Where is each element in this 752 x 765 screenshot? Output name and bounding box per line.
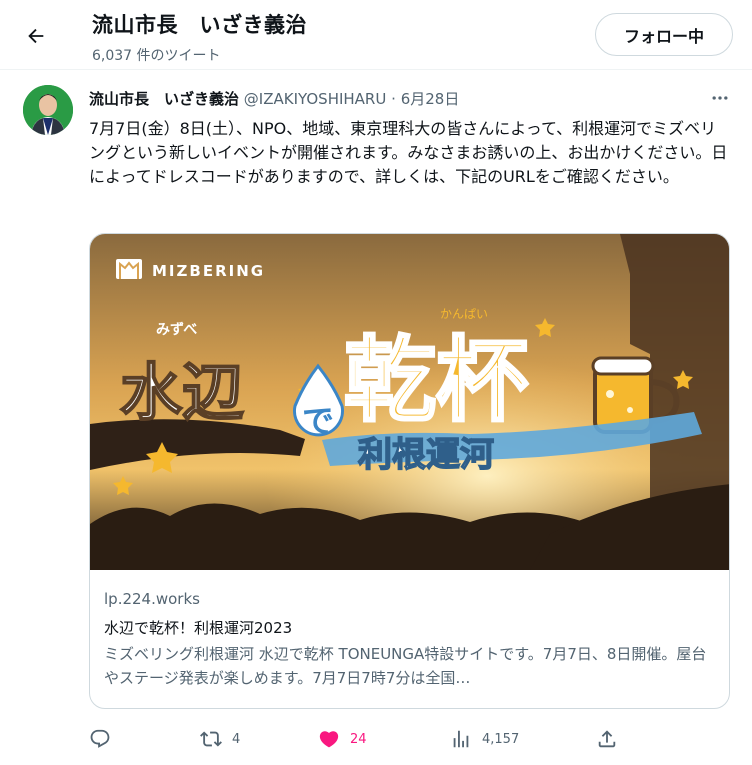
tweet-actions: 4 24 4,157 bbox=[89, 724, 729, 754]
like-button[interactable]: 24 bbox=[318, 724, 367, 754]
more-button[interactable] bbox=[706, 86, 734, 110]
reply-icon bbox=[90, 729, 110, 748]
share-button[interactable] bbox=[596, 724, 618, 754]
share-icon bbox=[598, 730, 616, 748]
views-icon bbox=[453, 730, 469, 748]
retweet-button[interactable]: 4 bbox=[200, 724, 240, 754]
author-name[interactable]: 流山市長 いざき義治 bbox=[89, 90, 239, 108]
card-description: ミズベリング利根運河 水辺で乾杯 TONEUNGA特設サイトです。7月7日、8日… bbox=[104, 645, 707, 687]
mizbering-logo-icon bbox=[116, 259, 142, 279]
tweet-date[interactable]: 6月28日 bbox=[401, 90, 460, 108]
profile-header: 流山市長 いざき義治 6,037 件のツイート フォロー中 bbox=[0, 0, 752, 70]
title-tone-unga: 利根運河 bbox=[358, 435, 494, 475]
card-domain: lp.224.works bbox=[104, 590, 200, 608]
retweet-icon bbox=[200, 731, 222, 747]
more-icon bbox=[712, 96, 728, 100]
following-button[interactable]: フォロー中 bbox=[595, 13, 733, 56]
back-button[interactable] bbox=[18, 18, 54, 54]
title-de: で bbox=[302, 402, 334, 440]
separator-dot: · bbox=[391, 90, 396, 108]
reply-button[interactable] bbox=[89, 724, 121, 754]
like-count: 24 bbox=[350, 731, 367, 747]
brand-name: MIZBERING bbox=[152, 262, 265, 280]
link-card[interactable]: MIZBERING みずべ かんぱい 水辺 で 乾杯 利根運河 lp.224.w… bbox=[89, 233, 730, 709]
furigana-mizube: みずべ bbox=[156, 321, 197, 338]
tweet-text: 7月7日(金）8日(土）、NPO、地域、東京理科大の皆さんによって、利根運河でミ… bbox=[89, 119, 728, 186]
title-mizube: 水辺 bbox=[120, 356, 244, 429]
card-image[interactable]: MIZBERING みずべ かんぱい 水辺 で 乾杯 利根運河 bbox=[90, 234, 729, 570]
view-count: 4,157 bbox=[482, 731, 520, 747]
views-button[interactable]: 4,157 bbox=[450, 724, 519, 754]
furigana-kanpai: かんぱい bbox=[440, 307, 488, 321]
heart-icon bbox=[319, 731, 339, 748]
tweet-count: 6,037 件のツイート bbox=[92, 48, 221, 64]
profile-title: 流山市長 いざき義治 bbox=[92, 13, 307, 37]
tweet-header: 流山市長 いざき義治 @IZAKIYOSHIHARU · 6月28日 bbox=[89, 88, 459, 109]
retweet-count: 4 bbox=[232, 731, 241, 747]
avatar[interactable] bbox=[23, 85, 73, 135]
back-arrow-icon bbox=[28, 28, 44, 44]
card-title: 水辺で乾杯！利根運河2023 bbox=[104, 619, 293, 637]
author-handle[interactable]: @IZAKIYOSHIHARU bbox=[244, 90, 387, 108]
title-kanpai: 乾杯 bbox=[344, 327, 528, 434]
